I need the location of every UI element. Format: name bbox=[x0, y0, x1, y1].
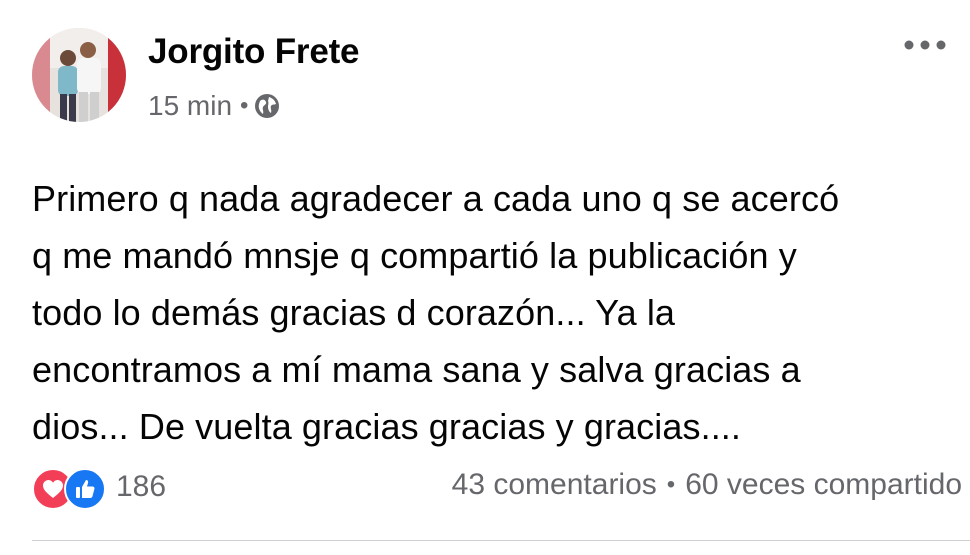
comments-count-link[interactable]: 43 comentarios bbox=[452, 468, 657, 502]
post-text: Primero q nada agradecer a cada uno q se… bbox=[32, 178, 840, 447]
like-reaction-icon bbox=[64, 468, 106, 510]
more-dots-icon bbox=[904, 40, 946, 50]
footer-divider bbox=[32, 540, 970, 541]
meta-separator: • bbox=[240, 92, 249, 119]
author-avatar[interactable] bbox=[32, 28, 126, 122]
post-time[interactable]: 15 min bbox=[148, 90, 232, 122]
author-name[interactable]: Jorgito Frete bbox=[148, 32, 360, 72]
post-meta: 15 min • bbox=[148, 90, 280, 122]
shares-count-link[interactable]: 60 veces compartido bbox=[685, 468, 962, 502]
reactions-summary[interactable]: 186 bbox=[32, 466, 167, 510]
facebook-post: Jorgito Frete 15 min • Primero q nada ag… bbox=[0, 0, 970, 555]
reaction-count: 186 bbox=[116, 470, 167, 503]
reaction-icons bbox=[32, 466, 108, 510]
globe-icon[interactable] bbox=[254, 93, 280, 119]
engagement-separator: • bbox=[666, 471, 676, 498]
avatar-photo bbox=[32, 28, 126, 122]
more-options-button[interactable] bbox=[900, 30, 950, 60]
engagement-stats: 43 comentarios • 60 veces compartido bbox=[452, 468, 962, 502]
